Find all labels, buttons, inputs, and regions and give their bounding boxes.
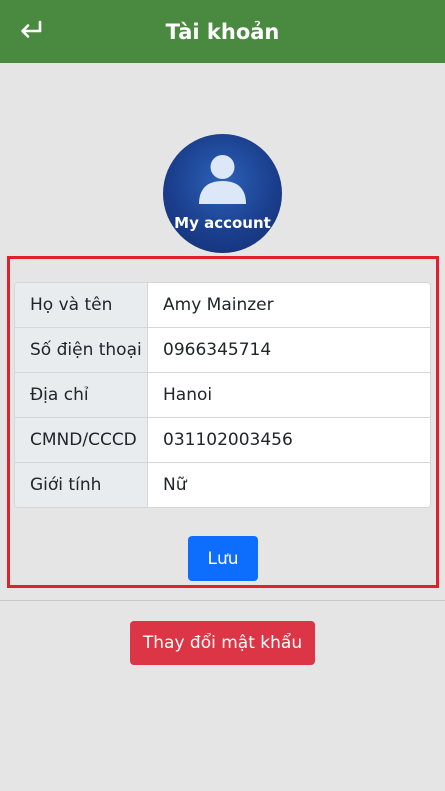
change-password-button[interactable]: Thay đổi mật khẩu bbox=[130, 621, 315, 665]
form-row-address: Địa chỉ Hanoi bbox=[15, 372, 430, 417]
app-header: Tài khoản bbox=[0, 0, 445, 63]
page-title: Tài khoản bbox=[165, 19, 280, 44]
address-field[interactable]: Hanoi bbox=[148, 373, 430, 417]
phone-label: Số điện thoại bbox=[15, 328, 148, 372]
save-button[interactable]: Lưu bbox=[188, 536, 258, 581]
address-label: Địa chỉ bbox=[15, 373, 148, 417]
id-number-label: CMND/CCCD bbox=[15, 418, 148, 462]
form-row-phone: Số điện thoại 0966345714 bbox=[15, 327, 430, 372]
avatar-label: My account bbox=[174, 214, 271, 232]
back-button[interactable] bbox=[14, 17, 48, 47]
divider bbox=[0, 600, 445, 601]
full-name-label: Họ và tên bbox=[15, 283, 148, 327]
full-name-field[interactable]: Amy Mainzer bbox=[148, 283, 430, 327]
avatar: My account bbox=[163, 134, 282, 253]
gender-label: Giới tính bbox=[15, 463, 148, 507]
form-row-gender: Giới tính Nữ bbox=[15, 462, 430, 507]
id-number-field[interactable]: 031102003456 bbox=[148, 418, 430, 462]
form-row-full-name: Họ và tên Amy Mainzer bbox=[15, 283, 430, 327]
return-arrow-icon bbox=[18, 19, 44, 45]
account-form: Họ và tên Amy Mainzer Số điện thoại 0966… bbox=[14, 282, 431, 508]
form-row-id-number: CMND/CCCD 031102003456 bbox=[15, 417, 430, 462]
phone-field[interactable]: 0966345714 bbox=[148, 328, 430, 372]
user-silhouette-icon bbox=[195, 152, 250, 211]
gender-field[interactable]: Nữ bbox=[148, 463, 430, 507]
